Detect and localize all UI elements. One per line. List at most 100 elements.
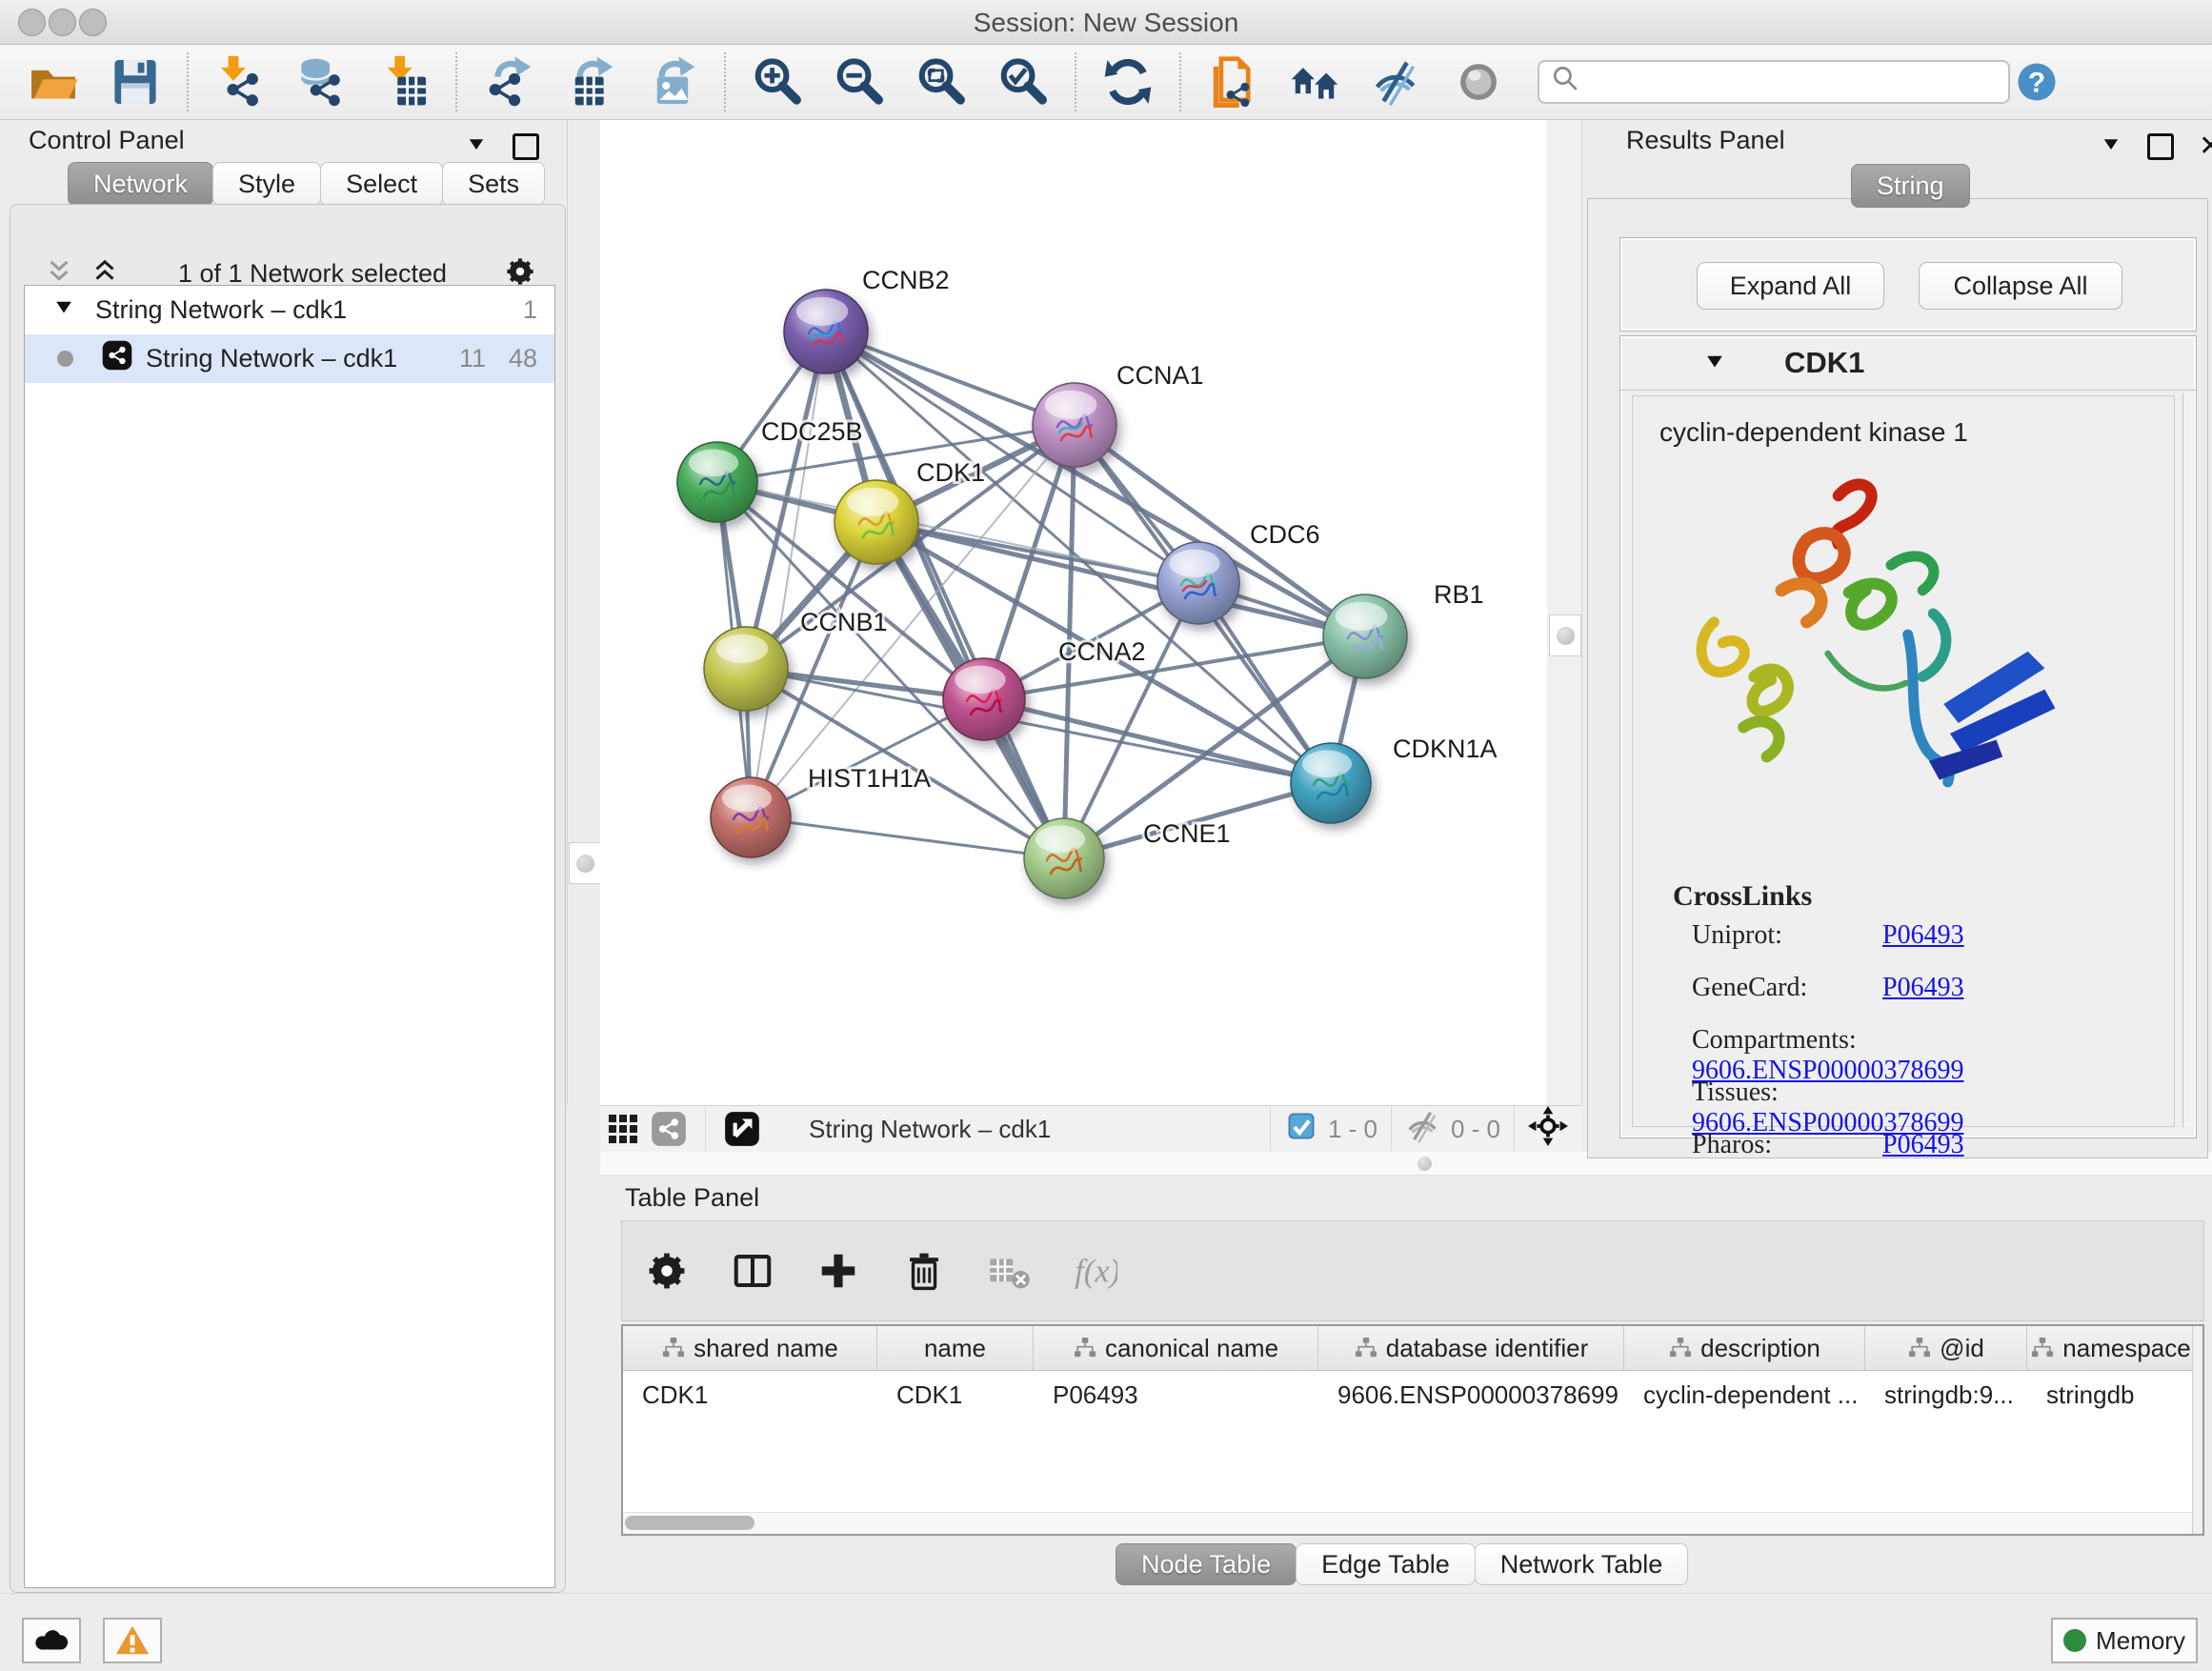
tab-node-table[interactable]: Node Table xyxy=(1116,1543,1297,1585)
float-panel-icon[interactable] xyxy=(2147,133,2174,160)
network-node-ccnb1[interactable] xyxy=(704,627,788,711)
right-splitter[interactable] xyxy=(1547,120,1582,1105)
network-edge[interactable] xyxy=(751,332,826,817)
help-icon[interactable]: ? xyxy=(2010,55,2063,109)
network-node-cdc25b[interactable] xyxy=(677,442,757,522)
table-hscrollbar-thumb[interactable] xyxy=(625,1516,754,1530)
eye-icon[interactable] xyxy=(1452,55,1505,109)
network-canvas[interactable]: CCNB2CCNA1CDC25BCDK1CDC6RB1CCNB1CCNA2CDK… xyxy=(600,120,1547,1105)
table-cell[interactable]: CDK1 xyxy=(623,1371,877,1419)
network-node-ccna1[interactable] xyxy=(1033,383,1116,467)
network-node-cdk1[interactable] xyxy=(835,480,918,564)
network-node-cdc6[interactable] xyxy=(1157,542,1239,624)
triangle-down-icon[interactable] xyxy=(1702,349,1727,378)
home-pair-icon[interactable] xyxy=(1288,55,1341,109)
gene-section-header[interactable]: CDK1 xyxy=(1620,336,2196,391)
table-cell[interactable]: CDK1 xyxy=(877,1371,1034,1419)
warning-icon[interactable] xyxy=(103,1618,162,1663)
export-table-icon[interactable] xyxy=(564,55,617,109)
tab-edge-table[interactable]: Edge Table xyxy=(1296,1543,1476,1585)
table-row[interactable]: CDK1CDK1P064939606.ENSP00000378699cyclin… xyxy=(623,1371,2202,1419)
export-network-icon[interactable] xyxy=(482,55,535,109)
trash-icon[interactable] xyxy=(902,1249,946,1293)
cloud-icon[interactable] xyxy=(22,1618,81,1663)
collection-count: 1 xyxy=(523,295,537,325)
import-network-icon[interactable] xyxy=(213,55,267,109)
table-hscrollbar[interactable] xyxy=(623,1512,2195,1534)
expand-all-button[interactable]: Expand All xyxy=(1697,262,1884,310)
table-vscrollbar[interactable] xyxy=(2192,1326,2202,1534)
left-splitter[interactable] xyxy=(567,120,602,1105)
crosslink-value-link[interactable]: P06493 xyxy=(1882,920,1964,950)
network-edge[interactable] xyxy=(751,817,1064,858)
grid-icon[interactable] xyxy=(600,1108,646,1150)
add-icon[interactable] xyxy=(816,1249,860,1293)
split-columns-icon[interactable] xyxy=(731,1249,774,1293)
column-header-name[interactable]: name xyxy=(877,1326,1034,1370)
gear-icon[interactable] xyxy=(645,1249,689,1293)
refresh-icon[interactable] xyxy=(1101,55,1155,109)
close-panel-icon[interactable]: ✕ xyxy=(2199,130,2212,163)
tab-network[interactable]: Network xyxy=(68,162,213,206)
right-splitter-handle[interactable] xyxy=(1549,614,1581,656)
network-edge[interactable] xyxy=(751,425,1075,817)
zoom-selected-icon[interactable] xyxy=(996,55,1050,109)
crosslink-value-link[interactable]: P06493 xyxy=(1882,973,1964,1002)
network-node-ccna2[interactable] xyxy=(943,658,1025,740)
hide-details-icon[interactable] xyxy=(1370,55,1423,109)
open-folder-icon[interactable] xyxy=(27,55,80,109)
collapse-all-button[interactable]: Collapse All xyxy=(1919,262,2122,310)
network-edge[interactable] xyxy=(1064,583,1198,858)
table-cell[interactable]: 9606.ENSP00000378699 xyxy=(1318,1371,1624,1419)
tab-network-table[interactable]: Network Table xyxy=(1475,1543,1689,1585)
table-cell[interactable]: stringdb:9... xyxy=(1865,1371,2027,1419)
toolbar-separator xyxy=(724,52,726,111)
network-node-rb1[interactable] xyxy=(1323,594,1407,678)
network-collection-row[interactable]: String Network – cdk1 1 xyxy=(25,286,554,334)
horizontal-splitter-handle[interactable] xyxy=(1404,1154,1444,1173)
tab-sets[interactable]: Sets xyxy=(442,162,545,206)
network-row[interactable]: String Network – cdk1 11 48 xyxy=(25,334,554,383)
column-header-shared-name[interactable]: shared name xyxy=(623,1326,877,1370)
zoom-out-icon[interactable] xyxy=(833,55,886,109)
tab-style[interactable]: Style xyxy=(212,162,321,206)
table-cell[interactable]: cyclin-dependent ... xyxy=(1624,1371,1865,1419)
share-gray-icon[interactable] xyxy=(646,1108,692,1150)
table-cell[interactable]: P06493 xyxy=(1034,1371,1318,1419)
crosslink-label: Tissues: xyxy=(1692,1077,1882,1108)
column-header-namespace[interactable]: namespace xyxy=(2027,1326,2195,1370)
checkbox-checked-icon[interactable] xyxy=(1284,1109,1318,1150)
column-header-canonical-name[interactable]: canonical name xyxy=(1034,1326,1318,1370)
zoom-fit-icon[interactable] xyxy=(915,55,968,109)
tab-select[interactable]: Select xyxy=(320,162,443,206)
memory-button[interactable]: Memory xyxy=(2051,1618,2198,1663)
network-node-cdkn1a[interactable] xyxy=(1291,743,1371,823)
external-link-icon[interactable] xyxy=(719,1108,765,1150)
network-node-ccnb2[interactable] xyxy=(784,290,868,373)
network-node-hist1h1a[interactable] xyxy=(711,777,791,857)
network-edge[interactable] xyxy=(826,332,1365,636)
svg-text:f(x): f(x) xyxy=(1075,1254,1117,1290)
search-field[interactable] xyxy=(1583,68,1997,97)
search-input[interactable] xyxy=(1538,60,2010,104)
crosslink-value-link[interactable]: P06493 xyxy=(1882,1130,1964,1159)
save-icon[interactable] xyxy=(109,55,162,109)
zoom-in-icon[interactable] xyxy=(751,55,804,109)
column-header-description[interactable]: description xyxy=(1624,1326,1865,1370)
results-scrollbar[interactable] xyxy=(2182,393,2193,1127)
column-header-database-identifier[interactable]: database identifier xyxy=(1318,1326,1624,1370)
network-node-ccne1[interactable] xyxy=(1024,818,1104,898)
import-table-icon[interactable] xyxy=(377,55,431,109)
triangle-down-icon[interactable] xyxy=(51,294,76,326)
export-image-icon[interactable] xyxy=(646,55,699,109)
string-document-icon[interactable] xyxy=(1206,55,1259,109)
import-database-icon[interactable] xyxy=(295,55,349,109)
column-header--id[interactable]: @id xyxy=(1865,1326,2027,1370)
float-panel-icon[interactable] xyxy=(513,133,539,160)
crosshair-icon[interactable] xyxy=(1528,1106,1568,1153)
collapse-panel-icon[interactable] xyxy=(465,132,488,160)
collapse-panel-icon[interactable] xyxy=(2100,132,2122,160)
table-cell[interactable]: stringdb xyxy=(2027,1371,2195,1419)
tab-string[interactable]: String xyxy=(1851,164,1970,208)
left-splitter-handle[interactable] xyxy=(569,842,601,884)
